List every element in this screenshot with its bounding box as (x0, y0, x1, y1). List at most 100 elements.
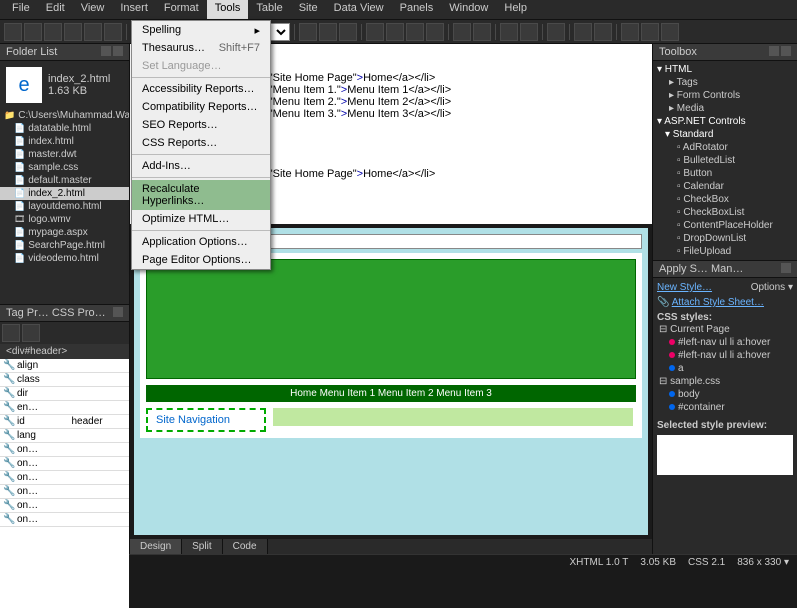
tab-tag-properties[interactable]: Tag Pr… (6, 307, 49, 319)
tab-manage-styles[interactable]: Man… (711, 263, 743, 275)
attach-stylesheet-link[interactable]: Attach Style Sheet… (672, 297, 764, 308)
menuitem-thesaurus[interactable]: Thesaurus…Shift+F7 (132, 39, 270, 57)
list-number-button[interactable] (473, 23, 491, 41)
align-center-button[interactable] (386, 23, 404, 41)
tag-panel-button[interactable] (2, 324, 20, 342)
tree-item[interactable]: 📄index.html (0, 135, 129, 148)
property-row[interactable]: 🔧on… (0, 471, 129, 485)
toolbox-item[interactable]: ▸ Media (655, 102, 795, 115)
toolbar-button[interactable] (44, 23, 62, 41)
bold-button[interactable] (299, 23, 317, 41)
highlight-button[interactable] (574, 23, 592, 41)
panel-close-icon[interactable] (113, 46, 123, 56)
file-thumbnail[interactable]: e (6, 67, 42, 103)
tree-item[interactable]: 📄default.master (0, 174, 129, 187)
tree-item[interactable]: 📄index_2.html (0, 187, 129, 200)
preview-header[interactable] (146, 259, 636, 379)
toolbox-item[interactable]: ▫ Calendar (655, 180, 795, 193)
tree-item[interactable]: 📄layoutdemo.html (0, 200, 129, 213)
property-row[interactable]: 🔧on… (0, 443, 129, 457)
property-row[interactable]: 🔧class (0, 373, 129, 387)
new-style-link[interactable]: New Style… (657, 282, 712, 293)
align-right-button[interactable] (406, 23, 424, 41)
toolbar-button[interactable] (641, 23, 659, 41)
preview-content-area[interactable] (273, 408, 633, 426)
menuitem-add-ins[interactable]: Add-Ins… (132, 157, 270, 175)
menu-site[interactable]: Site (291, 0, 326, 19)
property-row[interactable]: 🔧idheader (0, 415, 129, 429)
css-group[interactable]: ⊟ sample.css (657, 375, 793, 388)
preview-nav[interactable]: Home Menu Item 1 Menu Item 2 Menu Item 3 (146, 385, 636, 402)
menu-tools[interactable]: Tools (207, 0, 249, 19)
border-button[interactable] (547, 23, 565, 41)
menu-view[interactable]: View (73, 0, 113, 19)
menu-help[interactable]: Help (496, 0, 535, 19)
options-dropdown[interactable]: Options ▾ (751, 282, 793, 293)
css-rule[interactable]: #left-nav ul li a:hover (657, 349, 793, 362)
toolbox-tree[interactable]: ▾ HTML▸ Tags▸ Form Controls▸ Media▾ ASP.… (653, 61, 797, 260)
panel-close-icon[interactable] (113, 307, 123, 317)
font-color-button[interactable] (594, 23, 612, 41)
menu-edit[interactable]: Edit (38, 0, 73, 19)
toolbox-item[interactable]: ▸ Form Controls (655, 89, 795, 102)
menu-data-view[interactable]: Data View (326, 0, 392, 19)
toolbox-item[interactable]: ▫ AdRotator (655, 141, 795, 154)
panel-close-icon[interactable] (781, 263, 791, 273)
property-row[interactable]: 🔧on… (0, 485, 129, 499)
menu-window[interactable]: Window (441, 0, 496, 19)
toolbox-item[interactable]: ▫ FileUpload (655, 245, 795, 258)
toolbar-button[interactable] (621, 23, 639, 41)
panel-pin-icon[interactable] (101, 46, 111, 56)
menu-table[interactable]: Table (248, 0, 290, 19)
outdent-button[interactable] (500, 23, 518, 41)
toolbar-button[interactable] (4, 23, 22, 41)
toolbar-button[interactable] (661, 23, 679, 41)
design-view[interactable]: div#header Home Menu Item 1 Menu Item 2 … (130, 224, 652, 539)
property-row[interactable]: 🔧lang (0, 429, 129, 443)
toolbox-item[interactable]: ▫ DropDownList (655, 232, 795, 245)
tag-property-grid[interactable]: 🔧align🔧class🔧dir🔧en…🔧idheader🔧lang🔧on…🔧o… (0, 359, 129, 608)
italic-button[interactable] (319, 23, 337, 41)
menuitem-recalculate-hyperlinks[interactable]: Recalculate Hyperlinks… (132, 180, 270, 210)
indent-button[interactable] (520, 23, 538, 41)
tree-item[interactable]: 🎞logo.wmv (0, 213, 129, 226)
css-rule[interactable]: body (657, 388, 793, 401)
property-row[interactable]: 🔧en… (0, 401, 129, 415)
toolbox-item[interactable]: ▫ Button (655, 167, 795, 180)
toolbar-button[interactable] (64, 23, 82, 41)
tab-apply-styles[interactable]: Apply S… (659, 263, 708, 275)
tree-item[interactable]: 📄sample.css (0, 161, 129, 174)
menuitem-page-editor-options[interactable]: Page Editor Options… (132, 251, 270, 269)
property-row[interactable]: 🔧on… (0, 513, 129, 527)
toolbar-button[interactable] (24, 23, 42, 41)
tree-item[interactable]: 📄SearchPage.html (0, 239, 129, 252)
css-group[interactable]: ⊟ Current Page (657, 323, 793, 336)
underline-button[interactable] (339, 23, 357, 41)
panel-pin-icon[interactable] (769, 46, 779, 56)
toolbox-item[interactable]: ▫ CheckBox (655, 193, 795, 206)
tree-item[interactable]: 📄datatable.html (0, 122, 129, 135)
tree-item[interactable]: 📄master.dwt (0, 148, 129, 161)
menu-panels[interactable]: Panels (392, 0, 442, 19)
menu-file[interactable]: File (4, 0, 38, 19)
css-rule[interactable]: #container (657, 401, 793, 414)
list-bullet-button[interactable] (453, 23, 471, 41)
menuitem-application-options[interactable]: Application Options… (132, 233, 270, 251)
menuitem-compatibility-reports[interactable]: Compatibility Reports… (132, 98, 270, 116)
toolbox-item[interactable]: ▫ CheckBoxList (655, 206, 795, 219)
align-left-button[interactable] (366, 23, 384, 41)
tree-item[interactable]: 📄mypage.aspx (0, 226, 129, 239)
css-rule[interactable]: #left-nav ul li a:hover (657, 336, 793, 349)
toolbox-item[interactable]: ▫ BulletedList (655, 154, 795, 167)
toolbar-button[interactable] (104, 23, 122, 41)
align-justify-button[interactable] (426, 23, 444, 41)
tree-root[interactable]: 📁C:\Users\Muhammad.Waqas (0, 109, 129, 122)
toolbox-section[interactable]: ▾ ASP.NET Controls (655, 115, 795, 128)
property-row[interactable]: 🔧align (0, 359, 129, 373)
tab-css-properties[interactable]: CSS Pro… (52, 307, 106, 319)
status-css[interactable]: CSS 2.1 (688, 557, 725, 570)
property-row[interactable]: 🔧dir (0, 387, 129, 401)
tag-panel-button[interactable] (22, 324, 40, 342)
menu-format[interactable]: Format (156, 0, 207, 19)
tree-item[interactable]: 📄videodemo.html (0, 252, 129, 265)
